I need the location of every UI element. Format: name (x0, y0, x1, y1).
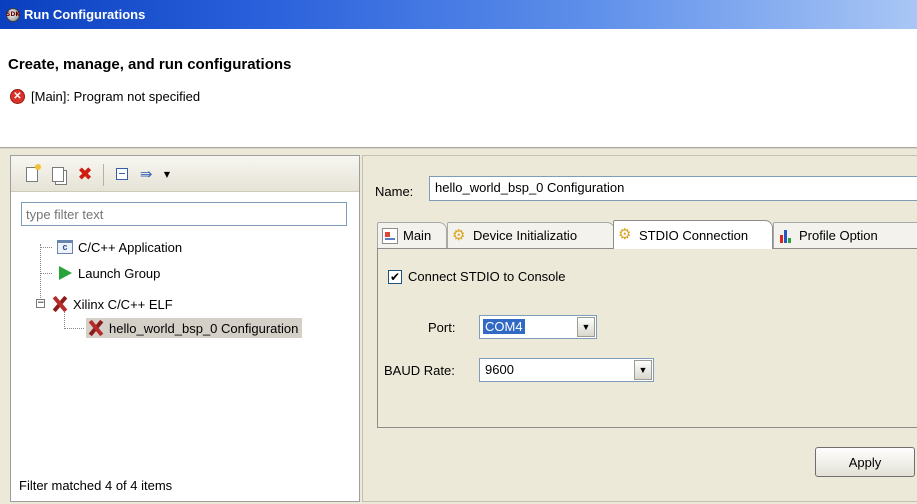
name-field[interactable]: hello_world_bsp_0 Configuration (429, 176, 917, 201)
error-message: ✕ [Main]: Program not specified (10, 89, 200, 104)
tab-main[interactable]: Main (377, 222, 447, 248)
launch-group-icon (59, 266, 72, 280)
dialog-header: Create, manage, and run configurations ✕… (0, 29, 917, 147)
filter-icon[interactable]: ⇛ (137, 165, 155, 183)
tree-item-label: Xilinx C/C++ ELF (73, 296, 173, 312)
tree-item-launch-group[interactable]: Launch Group (57, 263, 160, 283)
name-label: Name: (375, 184, 414, 199)
tab-label: Profile Option (799, 228, 878, 243)
gear-icon: ⚙ (618, 226, 632, 243)
tree-line (40, 247, 52, 248)
tree-item-label: hello_world_bsp_0 Configuration (109, 320, 299, 336)
tab-label: Main (403, 228, 432, 243)
configuration-editor: Name: hello_world_bsp_0 Configuration Ma… (362, 155, 917, 502)
connect-stdio-label: Connect STDIO to Console (408, 269, 566, 284)
baud-select[interactable]: 9600 ▼ (479, 358, 654, 382)
configurations-toolbar: ✖ ⇛ ▼ (11, 156, 359, 192)
tab-label: STDIO Connection (639, 227, 749, 243)
error-message-text: [Main]: Program not specified (31, 89, 201, 104)
tree-line (40, 244, 41, 304)
toolbar-separator (103, 164, 104, 186)
duplicate-icon[interactable] (49, 165, 67, 183)
tab-label: Device Initializatio (473, 228, 578, 243)
filter-status: Filter matched 4 of 4 items (19, 478, 173, 493)
tree-item-hello-world-config[interactable]: hello_world_bsp_0 Configuration (86, 318, 303, 338)
tree-item-xilinx-elf[interactable]: Xilinx C/C++ ELF (51, 294, 173, 314)
chevron-down-icon[interactable]: ▼ (158, 165, 176, 183)
chevron-down-icon[interactable]: ▼ (577, 317, 595, 337)
tab-device-initialization[interactable]: ⚙ Device Initializatio (447, 222, 615, 248)
xilinx-icon (51, 296, 69, 312)
delete-icon[interactable]: ✖ (76, 164, 94, 185)
new-configuration-icon[interactable] (23, 163, 41, 183)
tree-item-label: C/C++ Application (78, 239, 183, 255)
xilinx-icon (87, 320, 105, 336)
error-icon: ✕ (10, 89, 25, 104)
connect-stdio-checkbox[interactable]: ✔ (388, 270, 402, 284)
port-label: Port: (428, 320, 456, 335)
collapse-all-icon[interactable] (113, 165, 131, 183)
collapse-toggle[interactable]: − (36, 299, 45, 308)
configurations-panel: ✖ ⇛ ▼ c C/C++ Application Launch Group − (10, 155, 360, 502)
tab-profile-options[interactable]: Profile Option (773, 222, 917, 248)
apply-button[interactable]: Apply (815, 447, 915, 477)
profile-chart-icon (778, 228, 794, 244)
baud-value: 9600 (485, 362, 514, 377)
filter-input[interactable] (21, 202, 347, 226)
tree-item-label: Launch Group (78, 265, 161, 281)
port-value: COM4 (483, 319, 525, 334)
port-select[interactable]: COM4 ▼ (479, 315, 597, 339)
stdio-tab-content: ✔ Connect STDIO to Console Port: COM4 ▼ … (377, 248, 917, 428)
header-title: Create, manage, and run configurations (8, 56, 292, 73)
main-tab-icon (382, 227, 398, 244)
sdk-app-icon: SDK (6, 7, 20, 22)
dialog-body: ✖ ⇛ ▼ c C/C++ Application Launch Group − (0, 149, 917, 504)
c-app-icon: c (57, 240, 73, 254)
tab-stdio-connection[interactable]: ⚙ STDIO Connection (613, 220, 773, 249)
chevron-down-icon[interactable]: ▼ (634, 360, 652, 380)
tree-item-c-application[interactable]: c C/C++ Application (57, 237, 182, 257)
config-tabs: Main ⚙ Device Initializatio ⚙ STDIO Conn… (377, 218, 917, 249)
tree-line (40, 273, 52, 274)
gear-icon: ⚙ (452, 226, 466, 244)
window-titlebar: SDK Run Configurations (0, 0, 917, 29)
window-title: Run Configurations (24, 7, 146, 22)
baud-label: BAUD Rate: (384, 363, 455, 378)
tree-line (64, 328, 84, 329)
